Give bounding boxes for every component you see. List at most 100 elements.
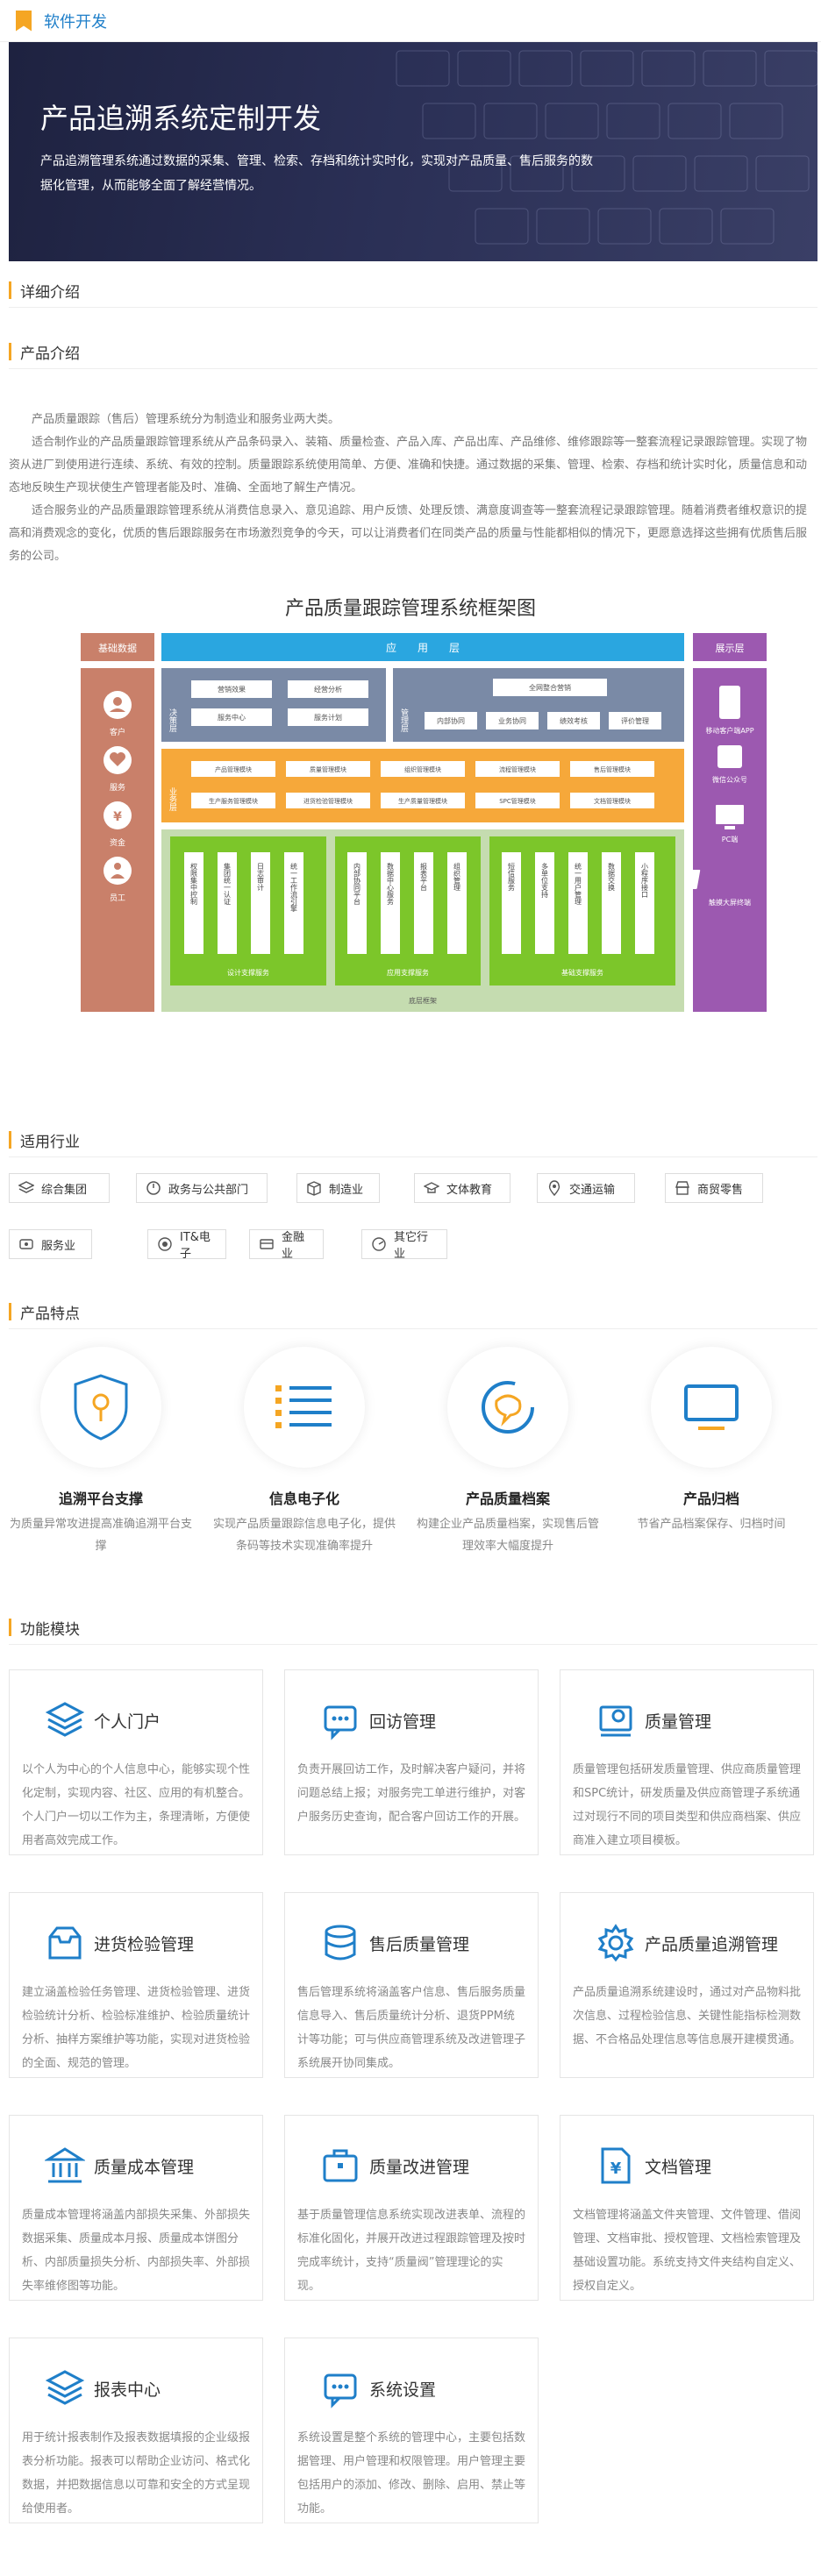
intro-paragraph: 产品质量跟踪（售后）管理系统分为制造业和服务业两大类。: [32, 413, 340, 426]
module-title: 回访管理: [369, 1711, 437, 1732]
section-modules-title: 功能模块: [9, 1612, 80, 1643]
module-title: 质量成本管理: [94, 2157, 195, 2177]
support-group-title: 设计支撑服务: [227, 968, 269, 977]
management-item: 内部协同: [437, 716, 465, 725]
divider: [9, 368, 817, 369]
module-card[interactable]: 质量成本管理质量成本管理将涵盖内部损失采集、外部损失数据采集、质量成本月报、质量…: [9, 2115, 263, 2301]
module-card[interactable]: 系统设置系统设置是整个系统的管理中心，主要包括数据管理、用户管理和权限管理。用户…: [284, 2338, 539, 2523]
industry-tag[interactable]: 综合集团: [9, 1173, 110, 1203]
industry-tag[interactable]: 其它行业: [361, 1229, 447, 1261]
svg-text:¥: ¥: [610, 2160, 622, 2178]
accent-bar: [9, 1131, 11, 1149]
shield-icon: [40, 1347, 161, 1468]
decision-item: 经营分析: [314, 685, 342, 694]
location-icon: [546, 1180, 562, 1196]
right-item-label: 移动客户端APP: [705, 726, 753, 735]
support-group-title: 应用支撑服务: [387, 968, 429, 977]
module-title: 个人门户: [94, 1711, 161, 1732]
store-icon: [675, 1180, 690, 1196]
feature-desc: 实现产品质量跟踪信息电子化，提供条码等技术实现准确率提升: [212, 1518, 396, 1553]
industry-label: 其它行业: [394, 1231, 429, 1261]
industry-tag[interactable]: 服务业: [9, 1229, 92, 1259]
module-title: 售后质量管理: [369, 1934, 470, 1954]
business-item: 组织管理模块: [404, 765, 441, 773]
feature-card: 产品质量档案 构建企业产品质量档案，实现售后管理效率大幅度提升: [407, 1347, 609, 1557]
left-item-label: 服务: [110, 782, 125, 793]
right-item-label: 触摸大屏终端: [709, 898, 751, 907]
industry-tag[interactable]: 文体教育: [414, 1173, 510, 1203]
industry-tag[interactable]: 政务与公共部门: [136, 1173, 268, 1203]
module-desc: 建立涵盖检验任务管理、进货检验管理、进货检验统计分析、检验标准维护、检验质量统计…: [22, 1986, 251, 2070]
inbox-icon: [45, 1923, 85, 1963]
gear-icon: [596, 1923, 636, 1963]
business-item: SPC管理模块: [499, 797, 536, 805]
module-title: 进货检验管理: [94, 1934, 195, 1954]
module-title: 产品质量追溯管理: [645, 1934, 779, 1954]
module-title: 报表中心: [94, 2380, 161, 2400]
feature-title: 产品归档: [682, 1491, 739, 1507]
layers-icon: [45, 1700, 85, 1740]
module-card[interactable]: 进货检验管理建立涵盖检验任务管理、进货检验管理、进货检验统计分析、检验标准维护、…: [9, 1892, 263, 2078]
section-title-text: 适用行业: [20, 1133, 80, 1151]
module-header: 个人门户: [10, 1670, 262, 1740]
decision-item: 服务计划: [314, 713, 342, 722]
decision-layer-box: [161, 668, 386, 742]
support-item: 日志审计: [257, 863, 265, 892]
left-header-label: 基础数据: [98, 642, 137, 654]
product-intro-text: 产品质量跟踪（售后）管理系统分为制造业和服务业两大类。 适合制作业的产品质量跟踪…: [9, 409, 811, 568]
industry-tag[interactable]: 制造业: [296, 1173, 380, 1203]
industry-tag[interactable]: 商贸零售: [665, 1173, 763, 1203]
module-card[interactable]: ¥ 文档管理 文档管理将涵盖文件夹管理、文件管理、借阅管理、文档审批、授权管理、文档…: [560, 2115, 814, 2301]
module-header: 产品质量追溯管理: [560, 1893, 813, 1963]
support-item: 报表平台: [420, 862, 428, 892]
tech-icon: [157, 1236, 173, 1252]
module-header: 系统设置: [285, 2338, 538, 2409]
left-item-label: 员工: [110, 893, 125, 903]
support-item: 多单位支持: [541, 862, 549, 899]
industry-tag[interactable]: IT&电子: [147, 1229, 226, 1261]
module-title: 系统设置: [369, 2380, 437, 2400]
chat-icon: [320, 1700, 361, 1740]
industry-tag[interactable]: 金融业: [249, 1229, 324, 1261]
right-item-label: PC端: [722, 835, 738, 843]
support-item: 小程序接口: [641, 863, 649, 898]
module-card[interactable]: 报表中心用于统计报表制作及报表数据填报的企业级报表分析功能。报表可以帮助企业访问…: [9, 2338, 263, 2523]
feature-card: 产品归档 节省产品档案保存、归档时间: [610, 1347, 812, 1535]
feature-card: 追溯平台支撑 为质量异常攻进提高准确追溯平台支撑: [0, 1347, 202, 1557]
feature-desc: 节省产品档案保存、归档时间: [637, 1518, 786, 1531]
industry-label: 制造业: [329, 1183, 364, 1197]
module-card[interactable]: 质量改进管理 基于质量管理信息系统实现改进表单、流程的标准化固化，并展开改进过程跟…: [284, 2115, 539, 2301]
support-item: 统一工作流引擎: [290, 862, 298, 912]
module-header: 报表中心: [10, 2338, 262, 2409]
module-desc: 用于统计报表制作及报表数据填报的企业级报表分析功能。报表可以帮助企业访问、格式化…: [22, 2431, 251, 2516]
monitor-icon: [651, 1347, 772, 1468]
section-product-intro-title: 产品介绍: [9, 336, 80, 367]
framework-diagram: 基础数据 ¥ 客户 服务 资金 员工 应 用 层 展示层 移动客户端APP 微信…: [81, 633, 767, 1012]
industry-tag[interactable]: 交通运输: [537, 1173, 635, 1203]
accent-bar: [9, 1303, 11, 1320]
section-title-text: 产品特点: [20, 1305, 80, 1323]
module-card[interactable]: 售后质量管理售后管理系统将涵盖客户信息、售后服务质量信息导入、售后质量统计分析、…: [284, 1892, 539, 2078]
business-item: 售后管理模块: [594, 765, 631, 773]
support-item: 统一用户管理: [575, 862, 582, 905]
feature-title: 追溯平台支撑: [58, 1491, 143, 1507]
module-header: ¥ 文档管理: [560, 2116, 813, 2186]
module-card[interactable]: 产品质量追溯管理 产品质量追溯系统建设时，通过对产品物料批次信息、过程检验信息、关…: [560, 1892, 814, 2078]
module-desc: 售后管理系统将涵盖客户信息、售后服务质量信息导入、售后质量统计分析、退货PPM统…: [297, 1986, 526, 2070]
module-card[interactable]: 回访管理 负责开展回访工作，及时解决客户疑问，并将问题总结上报；对服务完工单进行维…: [284, 1669, 539, 1855]
database-icon: [320, 1923, 361, 1963]
business-item: 文档管理模块: [594, 797, 631, 805]
support-item: 集团统一认证: [224, 862, 232, 905]
yen-doc-icon: ¥: [596, 2145, 636, 2186]
business-item: 产品管理模块: [215, 765, 252, 773]
module-desc: 质量成本管理将涵盖内部损失采集、外部损失数据采集、质量成本月报、质量成本饼图分析…: [22, 2209, 251, 2293]
module-card[interactable]: 质量管理 质量管理包括研发质量管理、供应商质量管理和SPC统计，研发质量及供应商管…: [560, 1669, 814, 1855]
module-desc: 系统设置是整个系统的管理中心，主要包括数据管理、用户管理和权限管理。用户管理主要…: [297, 2431, 526, 2516]
industry-label: 金融业: [282, 1231, 305, 1261]
hero-banner: 产品追溯系统定制开发 产品追溯管理系统通过数据的采集、管理、检索、存档和统计实时…: [9, 42, 817, 261]
divider: [9, 1328, 817, 1329]
module-desc: 基于质量管理信息系统实现改进表单、流程的标准化固化，并展开改进过程跟踪管理及按时…: [297, 2209, 526, 2293]
business-item: 进货检验管理模块: [303, 797, 353, 805]
section-title-text: 产品介绍: [20, 345, 80, 363]
module-card[interactable]: 个人门户 以个人为中心的个人信息中心，能够实现个性化定制，实现内容、社区、应用的有…: [9, 1669, 263, 1855]
